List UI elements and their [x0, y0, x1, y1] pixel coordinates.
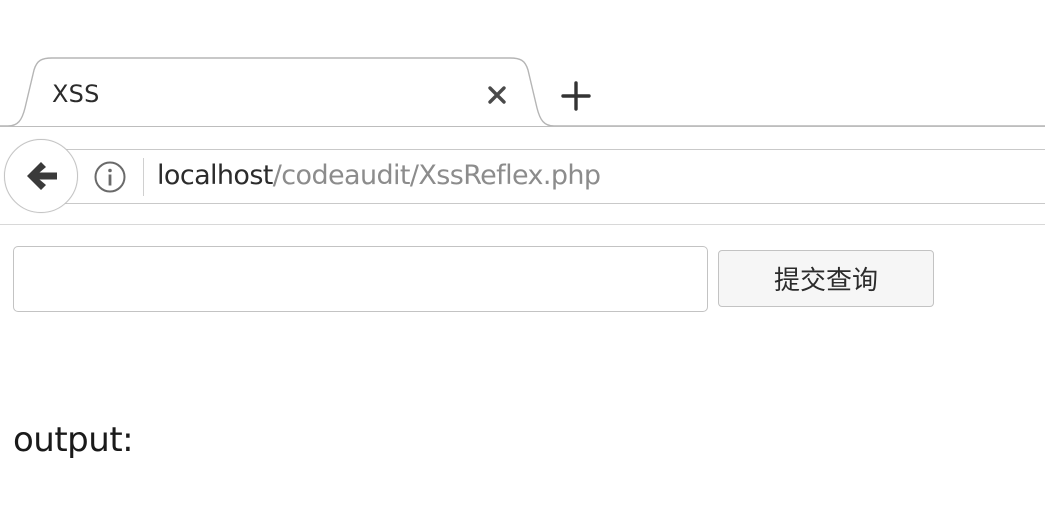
back-button[interactable] [4, 139, 78, 213]
submit-button[interactable]: 提交查询 [718, 250, 934, 307]
tab-title: XSS [52, 80, 100, 108]
output-label: output: [13, 420, 134, 460]
url-text[interactable]: localhost/codeaudit/XssReflex.php [157, 160, 601, 191]
info-icon[interactable] [93, 160, 127, 194]
tab-strip: XSS [0, 0, 1045, 128]
close-icon[interactable] [482, 80, 512, 110]
url-separator [143, 158, 144, 196]
url-path: /codeaudit/XssReflex.php [272, 160, 601, 191]
query-input[interactable] [13, 246, 708, 312]
active-tab[interactable] [0, 56, 1045, 128]
url-host: localhost [157, 160, 273, 191]
back-arrow-icon [27, 162, 57, 190]
plus-icon[interactable] [558, 78, 594, 114]
browser-window: XSS localhost/codeaudit/XssReflex.php 提交… [0, 0, 1045, 507]
